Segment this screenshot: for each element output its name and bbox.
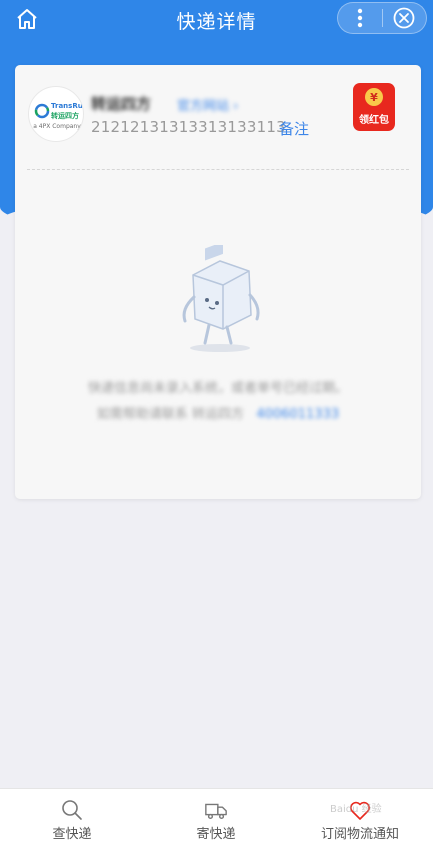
tab-query-label: 查快递 [52,827,92,842]
close-circle-icon [394,7,415,29]
close-button[interactable] [383,3,426,33]
tracking-number: 21212131313313133113 [91,118,286,136]
contact-phone-link[interactable]: 4006011333 [256,407,339,422]
miniprogram-capsule [337,2,427,34]
dashed-divider [27,169,409,170]
tab-send-label: 寄快递 [196,827,236,842]
red-packet-button[interactable]: ¥ 领红包 [353,83,395,131]
package-card: TransRush 转运四方 a 4PX Company 转运四方 官方网站 ›… [15,65,421,499]
logo-chinese-text: 转运四方 [51,112,79,120]
bottom-tab-bar: 查快递 寄快递 订阅物流通知 [0,788,433,845]
search-icon [62,800,82,820]
tab-subscribe-label: 订阅物流通知 [320,827,399,842]
more-button[interactable] [338,3,382,33]
truck-icon [205,803,227,819]
logo-swirl-icon [34,103,50,119]
more-dots-icon [357,8,363,28]
top-navigation-bar: 快递详情 [0,0,433,38]
box-mascot-illustration [182,245,260,352]
red-packet-label: 领红包 [359,115,389,126]
official-site-link[interactable]: 官方网站 › [177,95,238,114]
tab-subscribe[interactable]: 订阅物流通知 [288,789,432,845]
logo-brand-text: TransRush [51,102,83,110]
empty-state-message: 快递信息尚未录入系统，或者单号已经过期。 [87,381,348,396]
contact-prefix: 如需帮助请联系 转运四方 [96,407,244,422]
tab-query[interactable]: 查快递 [0,789,144,845]
remark-link[interactable]: 备注 [279,118,309,139]
watermark: Baidu 经验 [330,804,382,815]
company-name: 转运四方 [91,95,152,113]
empty-state-contact: 如需帮助请联系 转运四方 4006011333 [15,403,421,422]
official-site-label: 官方网站 [177,99,230,114]
logo-subtitle: a 4PX Company [33,123,81,130]
company-logo: TransRush 转运四方 a 4PX Company [28,86,84,142]
tab-send[interactable]: 寄快递 [144,789,288,845]
coin-icon: ¥ [365,88,383,106]
